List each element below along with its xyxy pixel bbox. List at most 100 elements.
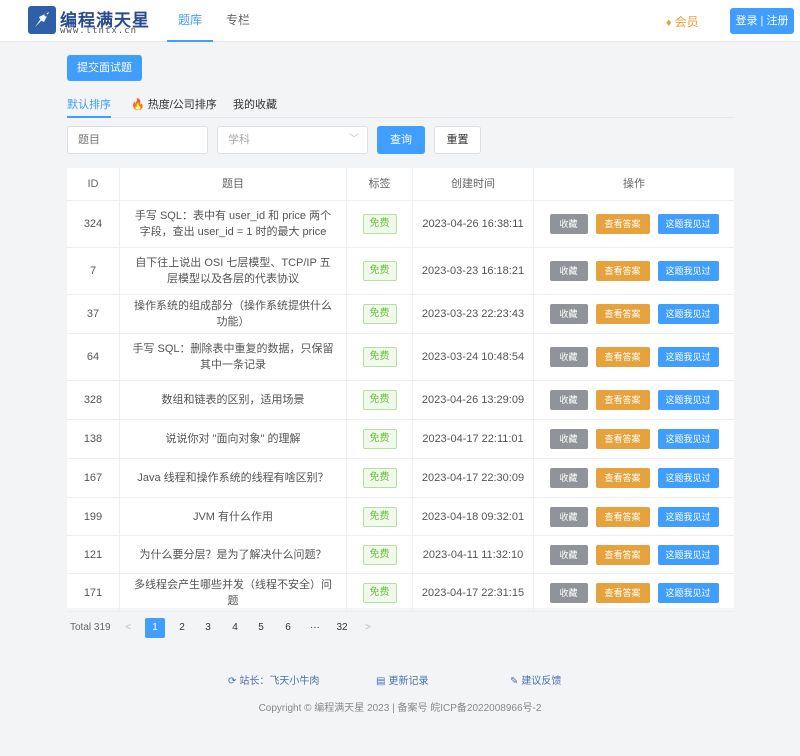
seen-this-button[interactable]: 这题我见过 bbox=[657, 390, 719, 410]
row-title[interactable]: JVM 有什么作用 bbox=[120, 498, 347, 535]
next-page-button[interactable]: > bbox=[358, 618, 378, 638]
tab-my-favorites[interactable]: 我的收藏 bbox=[233, 96, 277, 118]
favorite-button[interactable]: 收藏 bbox=[549, 582, 588, 603]
free-tag: 免费 bbox=[362, 506, 397, 527]
seen-this-button[interactable]: 这题我见过 bbox=[657, 347, 719, 367]
query-button[interactable]: 查询 bbox=[377, 126, 425, 154]
seen-this-button[interactable]: 这题我见过 bbox=[657, 304, 719, 324]
header-title: 题目 bbox=[120, 168, 347, 201]
favorite-button[interactable]: 收藏 bbox=[549, 347, 588, 367]
view-answer-button[interactable]: 查看答案 bbox=[595, 390, 650, 410]
row-actions: 收藏 查看答案 这题我见过 bbox=[534, 295, 734, 333]
row-title[interactable]: 说说你对 "面向对象" 的理解 bbox=[120, 420, 347, 458]
favorite-button[interactable]: 收藏 bbox=[549, 468, 588, 488]
sort-tabs: 默认排序 🔥 热度/公司排序 我的收藏 bbox=[67, 96, 734, 118]
row-tag-cell: 免费 bbox=[347, 498, 413, 535]
free-tag: 免费 bbox=[362, 304, 397, 324]
row-created-time: 2023-04-26 13:29:09 bbox=[413, 381, 534, 419]
view-answer-button[interactable]: 查看答案 bbox=[595, 544, 650, 565]
favorite-button[interactable]: 收藏 bbox=[549, 261, 588, 281]
subject-select[interactable]: 学科 ﹀ bbox=[217, 126, 368, 154]
favorite-button[interactable]: 收藏 bbox=[549, 544, 588, 565]
nav-tab-question-bank[interactable]: 题库 bbox=[167, 0, 213, 42]
row-created-time: 2023-03-23 22:23:43 bbox=[413, 295, 534, 333]
row-title[interactable]: 数组和链表的区别，适用场景 bbox=[120, 381, 347, 419]
table-row: 324 手写 SQL：表中有 user_id 和 price 两个字段，查出 us… bbox=[67, 201, 734, 248]
login-register-button[interactable]: 登录 | 注册 bbox=[730, 8, 794, 34]
row-id: 167 bbox=[67, 459, 120, 497]
page-1[interactable]: 1 bbox=[145, 618, 165, 638]
view-answer-button[interactable]: 查看答案 bbox=[595, 261, 650, 281]
title-search-input[interactable] bbox=[67, 126, 208, 154]
tab-hot-sort[interactable]: 🔥 热度/公司排序 bbox=[131, 96, 217, 118]
user-icon: ⟳ bbox=[228, 676, 237, 687]
table-row: 171 多线程会产生哪些并发（线程不安全）问题 免费 2023-04-17 22:31… bbox=[67, 574, 734, 612]
prev-page-button[interactable]: < bbox=[118, 618, 138, 638]
view-answer-button[interactable]: 查看答案 bbox=[595, 429, 650, 449]
footer-link-changelog[interactable]: ▤ 更新记录 bbox=[376, 672, 428, 687]
view-answer-button[interactable]: 查看答案 bbox=[595, 506, 650, 527]
vip-link[interactable]: ♦ 会员 bbox=[666, 13, 699, 30]
row-title[interactable]: 手写 SQL：表中有 user_id 和 price 两个字段，查出 user_… bbox=[120, 201, 347, 247]
header-tag: 标签 bbox=[347, 168, 413, 201]
table-header: ID 题目 标签 创建时间 操作 bbox=[67, 168, 734, 201]
view-answer-button[interactable]: 查看答案 bbox=[595, 468, 650, 488]
table-row: 199 JVM 有什么作用 免费 2023-04-18 09:32:01 收藏 查看答案这… bbox=[67, 498, 734, 536]
tab-default-sort[interactable]: 默认排序 bbox=[67, 96, 111, 118]
subject-select-placeholder: 学科 bbox=[228, 134, 250, 146]
row-title[interactable]: Java 线程和操作系统的线程有啥区别？ bbox=[120, 459, 347, 497]
seen-this-button[interactable]: 这题我见过 bbox=[657, 506, 719, 527]
free-tag: 免费 bbox=[362, 390, 397, 410]
free-tag: 免费 bbox=[362, 582, 397, 603]
row-tag-cell: 免费 bbox=[347, 574, 413, 611]
fire-icon: 🔥 bbox=[131, 99, 145, 111]
seen-this-button[interactable]: 这题我见过 bbox=[657, 261, 719, 281]
view-answer-button[interactable]: 查看答案 bbox=[595, 304, 650, 324]
row-title[interactable]: 手写 SQL：删除表中重复的数据，只保留其中一条记录 bbox=[120, 334, 347, 380]
free-tag: 免费 bbox=[362, 261, 397, 281]
footer-webmaster-label: 站长：飞天小牛肉 bbox=[239, 676, 320, 687]
favorite-button[interactable]: 收藏 bbox=[549, 506, 588, 527]
free-tag: 免费 bbox=[362, 468, 397, 488]
page-6[interactable]: 6 bbox=[278, 618, 298, 638]
free-tag: 免费 bbox=[362, 214, 397, 234]
reset-button[interactable]: 重置 bbox=[434, 126, 481, 154]
site-logo[interactable]: 编程满天星 www.ltntx.cn bbox=[28, 6, 158, 38]
row-title[interactable]: 操作系统的组成部分（操作系统提供什么功能） bbox=[120, 295, 347, 333]
row-created-time: 2023-04-11 11:32:10 bbox=[413, 536, 534, 573]
row-id: 121 bbox=[67, 536, 120, 573]
page-4[interactable]: 4 bbox=[225, 618, 245, 638]
nav-tab-column[interactable]: 专栏 bbox=[218, 0, 258, 42]
seen-this-button[interactable]: 这题我见过 bbox=[657, 429, 719, 449]
view-answer-button[interactable]: 查看答案 bbox=[595, 214, 650, 234]
page-ellipsis[interactable]: ··· bbox=[305, 618, 325, 638]
footer-link-webmaster[interactable]: ⟳ 站长：飞天小牛肉 bbox=[228, 672, 319, 687]
seen-this-button[interactable]: 这题我见过 bbox=[657, 468, 719, 488]
free-tag: 免费 bbox=[362, 544, 397, 565]
view-answer-button[interactable]: 查看答案 bbox=[595, 582, 650, 603]
footer-link-feedback[interactable]: ✎ 建议反馈 bbox=[510, 672, 561, 687]
favorite-button[interactable]: 收藏 bbox=[549, 214, 588, 234]
page-5[interactable]: 5 bbox=[251, 618, 271, 638]
row-title[interactable]: 多线程会产生哪些并发（线程不安全）问题 bbox=[120, 574, 347, 611]
row-created-time: 2023-04-18 09:32:01 bbox=[413, 498, 534, 535]
favorite-button[interactable]: 收藏 bbox=[549, 429, 588, 449]
row-title[interactable]: 为什么要分层？是为了解决什么问题？ bbox=[120, 536, 347, 573]
page-3[interactable]: 3 bbox=[198, 618, 218, 638]
favorite-button[interactable]: 收藏 bbox=[549, 304, 588, 324]
row-tag-cell: 免费 bbox=[347, 536, 413, 573]
table-row: 167 Java 线程和操作系统的线程有啥区别？ 免费 2023-04-17 22:3… bbox=[67, 459, 734, 498]
row-actions: 收藏 查看答案 这题我见过 bbox=[534, 536, 734, 573]
page-2[interactable]: 2 bbox=[172, 618, 192, 638]
seen-this-button[interactable]: 这题我见过 bbox=[657, 582, 719, 603]
table-row: 64 手写 SQL：删除表中重复的数据，只保留其中一条记录 免费 2023-03-24… bbox=[67, 334, 734, 381]
seen-this-button[interactable]: 这题我见过 bbox=[657, 544, 719, 565]
page-32[interactable]: 32 bbox=[332, 618, 352, 638]
submit-question-button[interactable]: 提交面试题 bbox=[67, 55, 142, 81]
row-tag-cell: 免费 bbox=[347, 381, 413, 419]
seen-this-button[interactable]: 这题我见过 bbox=[657, 214, 719, 234]
view-answer-button[interactable]: 查看答案 bbox=[595, 347, 650, 367]
favorite-button[interactable]: 收藏 bbox=[549, 390, 588, 410]
row-actions: 收藏 查看答案 这题我见过 bbox=[534, 381, 734, 419]
row-title[interactable]: 自下往上说出 OSI 七层模型、TCP/IP 五层模型以及各层的代表协议 bbox=[120, 248, 347, 294]
